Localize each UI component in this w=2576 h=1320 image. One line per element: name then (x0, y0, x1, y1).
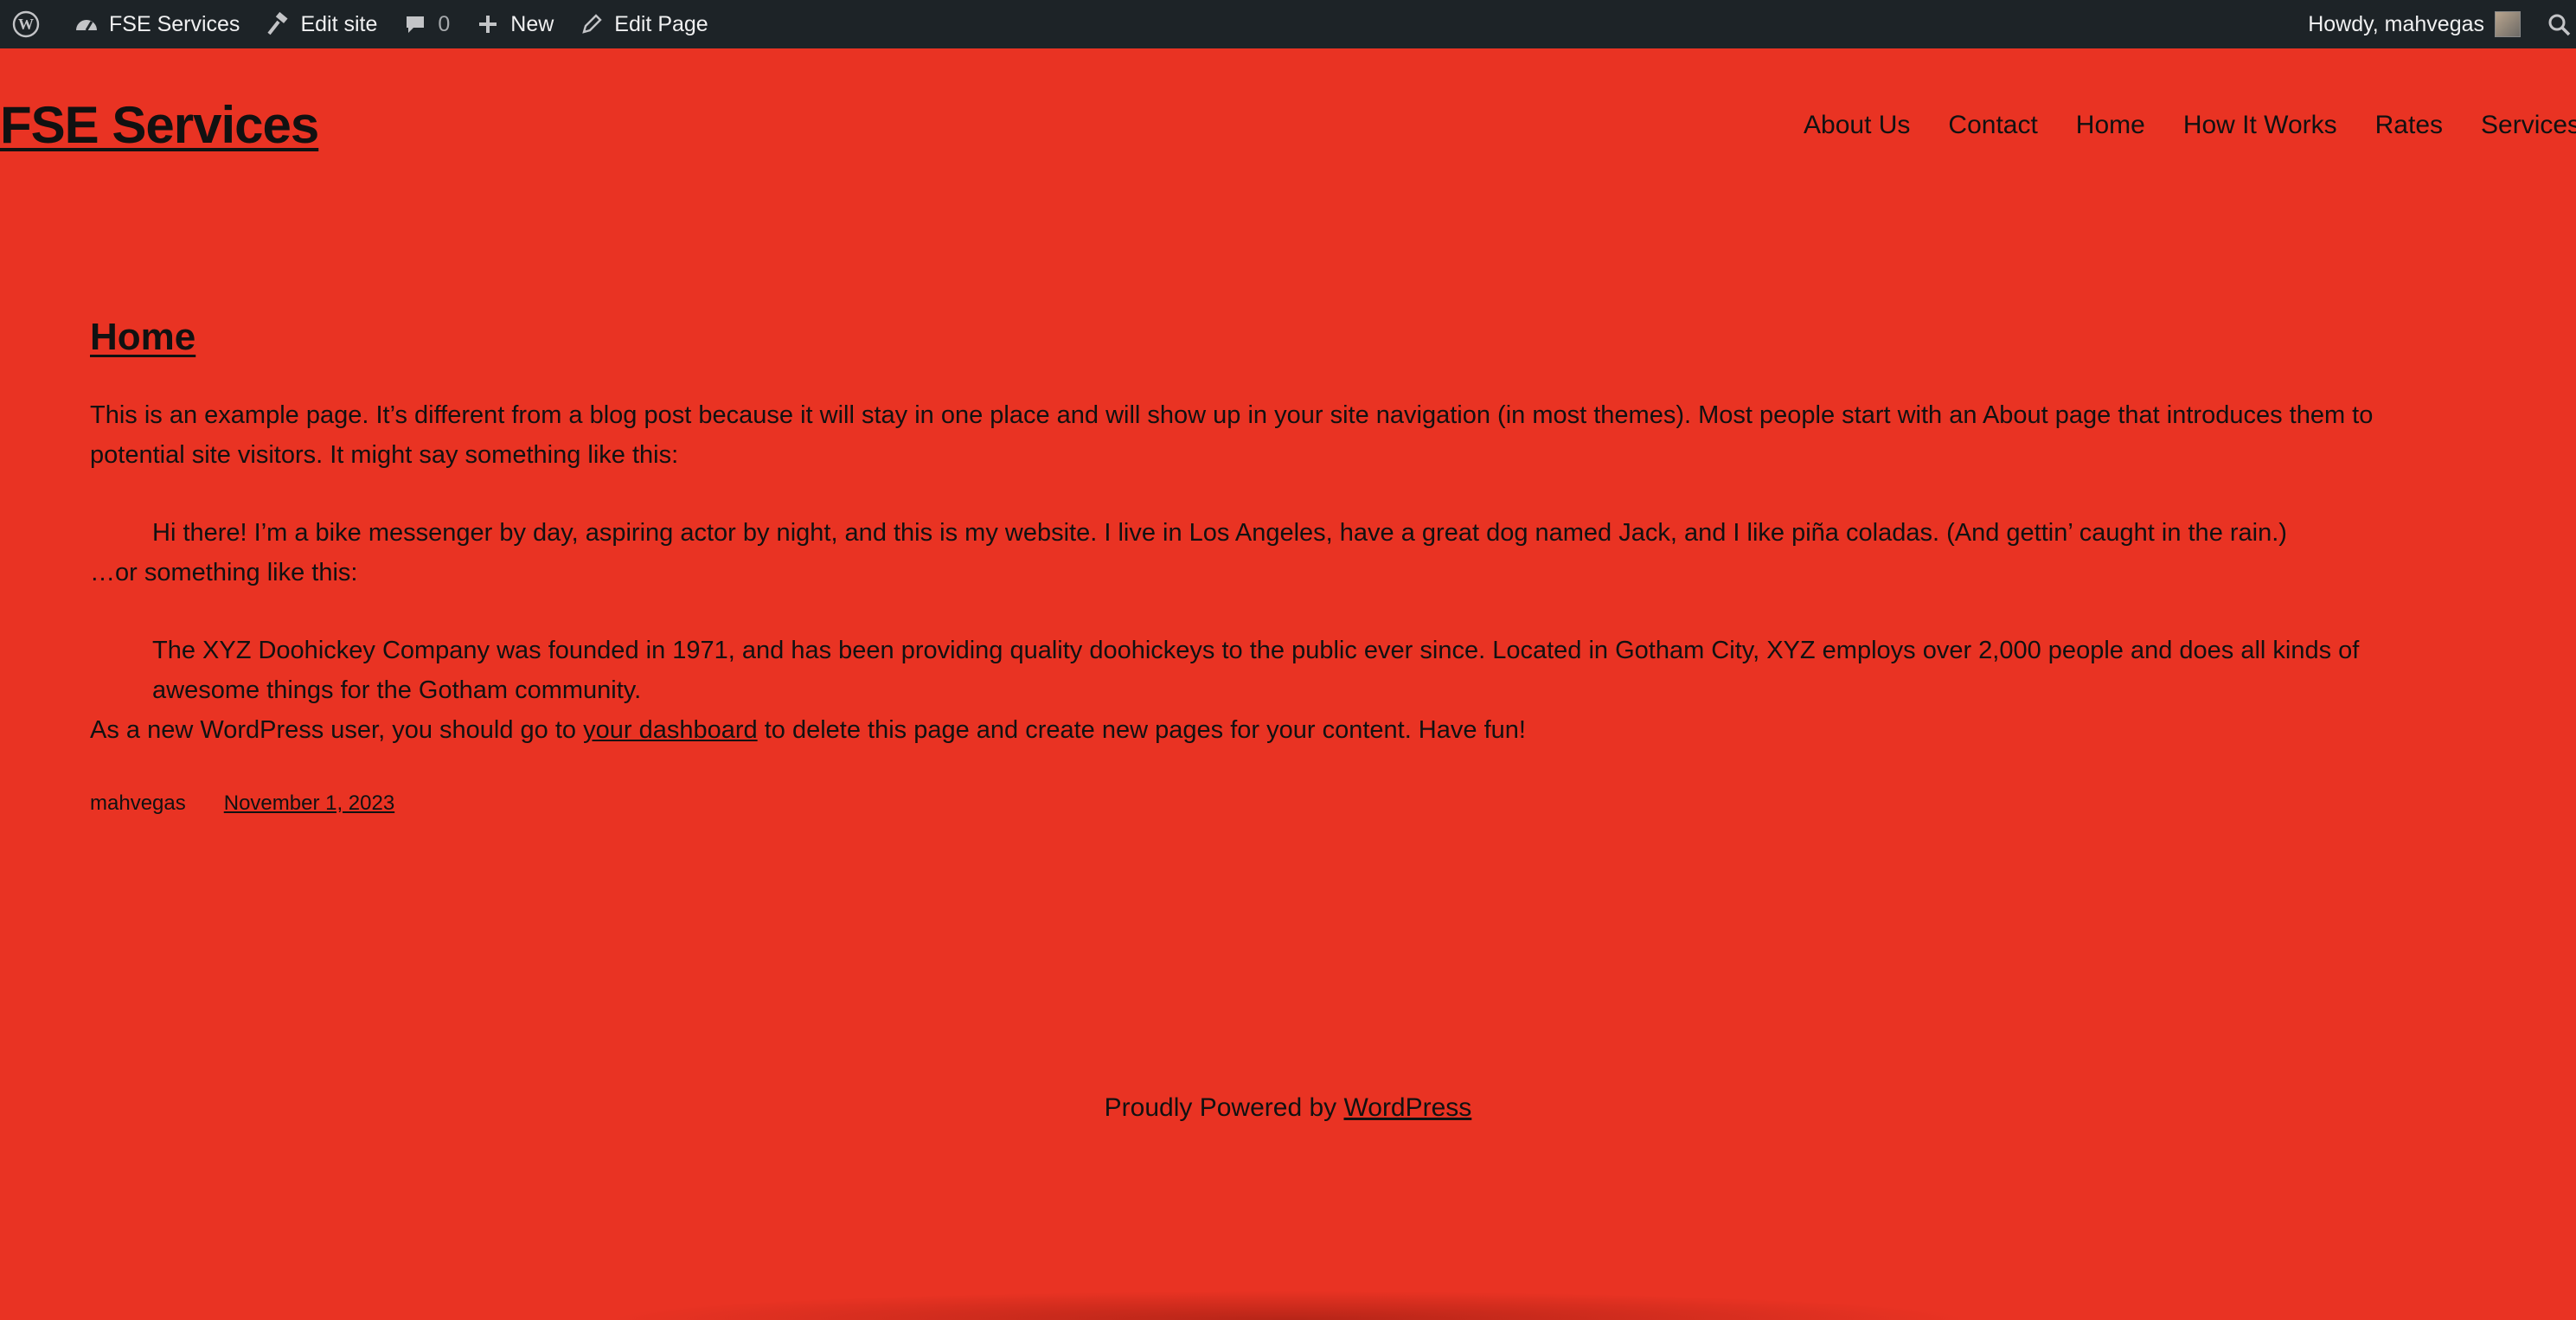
site-name-menu[interactable]: FSE Services (61, 0, 252, 48)
site-footer: Proudly Powered by WordPress (0, 1093, 2576, 1123)
post-meta: mahvegas November 1, 2023 (90, 791, 2460, 816)
post-author: mahvegas (90, 791, 186, 815)
plus-icon (474, 10, 502, 38)
nav-item-services[interactable]: Services (2481, 111, 2576, 140)
intro-line-1: This is an example page. It’s different … (90, 401, 2374, 429)
quote2-line-2: awesome things for the Gotham community. (152, 676, 642, 704)
quote-bike-messenger: Hi there! I’m a bike messenger by day, a… (152, 519, 2287, 547)
search-button[interactable] (2528, 0, 2576, 48)
comment-icon (401, 10, 429, 38)
or-line: …or something like this: (90, 559, 358, 586)
edit-site-button[interactable]: Edit site (252, 0, 389, 48)
howdy-label: Howdy, mahvegas (2308, 11, 2484, 36)
page-title[interactable]: Home (90, 316, 2460, 359)
footer-text: Proudly Powered by (1104, 1093, 1344, 1122)
dashboard-link[interactable]: your dashboard (583, 716, 758, 744)
comments-button[interactable]: 0 (389, 0, 462, 48)
search-icon (2545, 10, 2573, 38)
main-navigation: About Us Contact Home How It Works Rates… (1804, 111, 2576, 140)
intro-paragraph: This is an example page. It’s different … (90, 395, 2460, 475)
comments-count: 0 (438, 11, 451, 36)
wordpress-icon: W (12, 10, 40, 38)
new-label: New (510, 11, 554, 36)
site-title[interactable]: FSE Services (0, 95, 319, 155)
intro-line-2: potential site visitors. It might say so… (90, 441, 679, 469)
wordpress-link[interactable]: WordPress (1343, 1093, 1471, 1122)
account-menu[interactable]: Howdy, mahvegas (2296, 0, 2528, 48)
edit-site-label: Edit site (300, 11, 378, 36)
edit-page-button[interactable]: Edit Page (566, 0, 720, 48)
new-content-button[interactable]: New (462, 0, 566, 48)
avatar (2495, 11, 2521, 37)
outro-before: As a new WordPress user, you should go t… (90, 716, 584, 744)
pencil-icon (578, 10, 606, 38)
site-name-label: FSE Services (109, 11, 240, 36)
nav-item-home[interactable]: Home (2076, 111, 2145, 140)
outro-paragraph: As a new WordPress user, you should go t… (90, 710, 2460, 750)
nav-item-about-us[interactable]: About Us (1804, 111, 1910, 140)
outro-after: to delete this page and create new pages… (757, 716, 1526, 744)
post-date-link[interactable]: November 1, 2023 (224, 791, 394, 816)
nav-item-contact[interactable]: Contact (1948, 111, 2037, 140)
quote-xyz-company: The XYZ Doohickey Company was founded in… (152, 631, 2460, 710)
admin-bar: W FSE Services Edit site 0 New Edit Page… (0, 0, 2576, 48)
edit-page-label: Edit Page (614, 11, 708, 36)
dashboard-icon (73, 10, 100, 38)
svg-text:W: W (18, 16, 34, 33)
bottom-shadow (606, 1291, 1972, 1320)
quote2-line-1: The XYZ Doohickey Company was founded in… (152, 637, 2360, 664)
page-content: Home This is an example page. It’s diffe… (90, 316, 2460, 816)
wordpress-logo-menu[interactable]: W (0, 0, 61, 48)
nav-item-rates[interactable]: Rates (2375, 111, 2443, 140)
nav-item-how-it-works[interactable]: How It Works (2183, 111, 2337, 140)
hammer-icon (264, 10, 292, 38)
